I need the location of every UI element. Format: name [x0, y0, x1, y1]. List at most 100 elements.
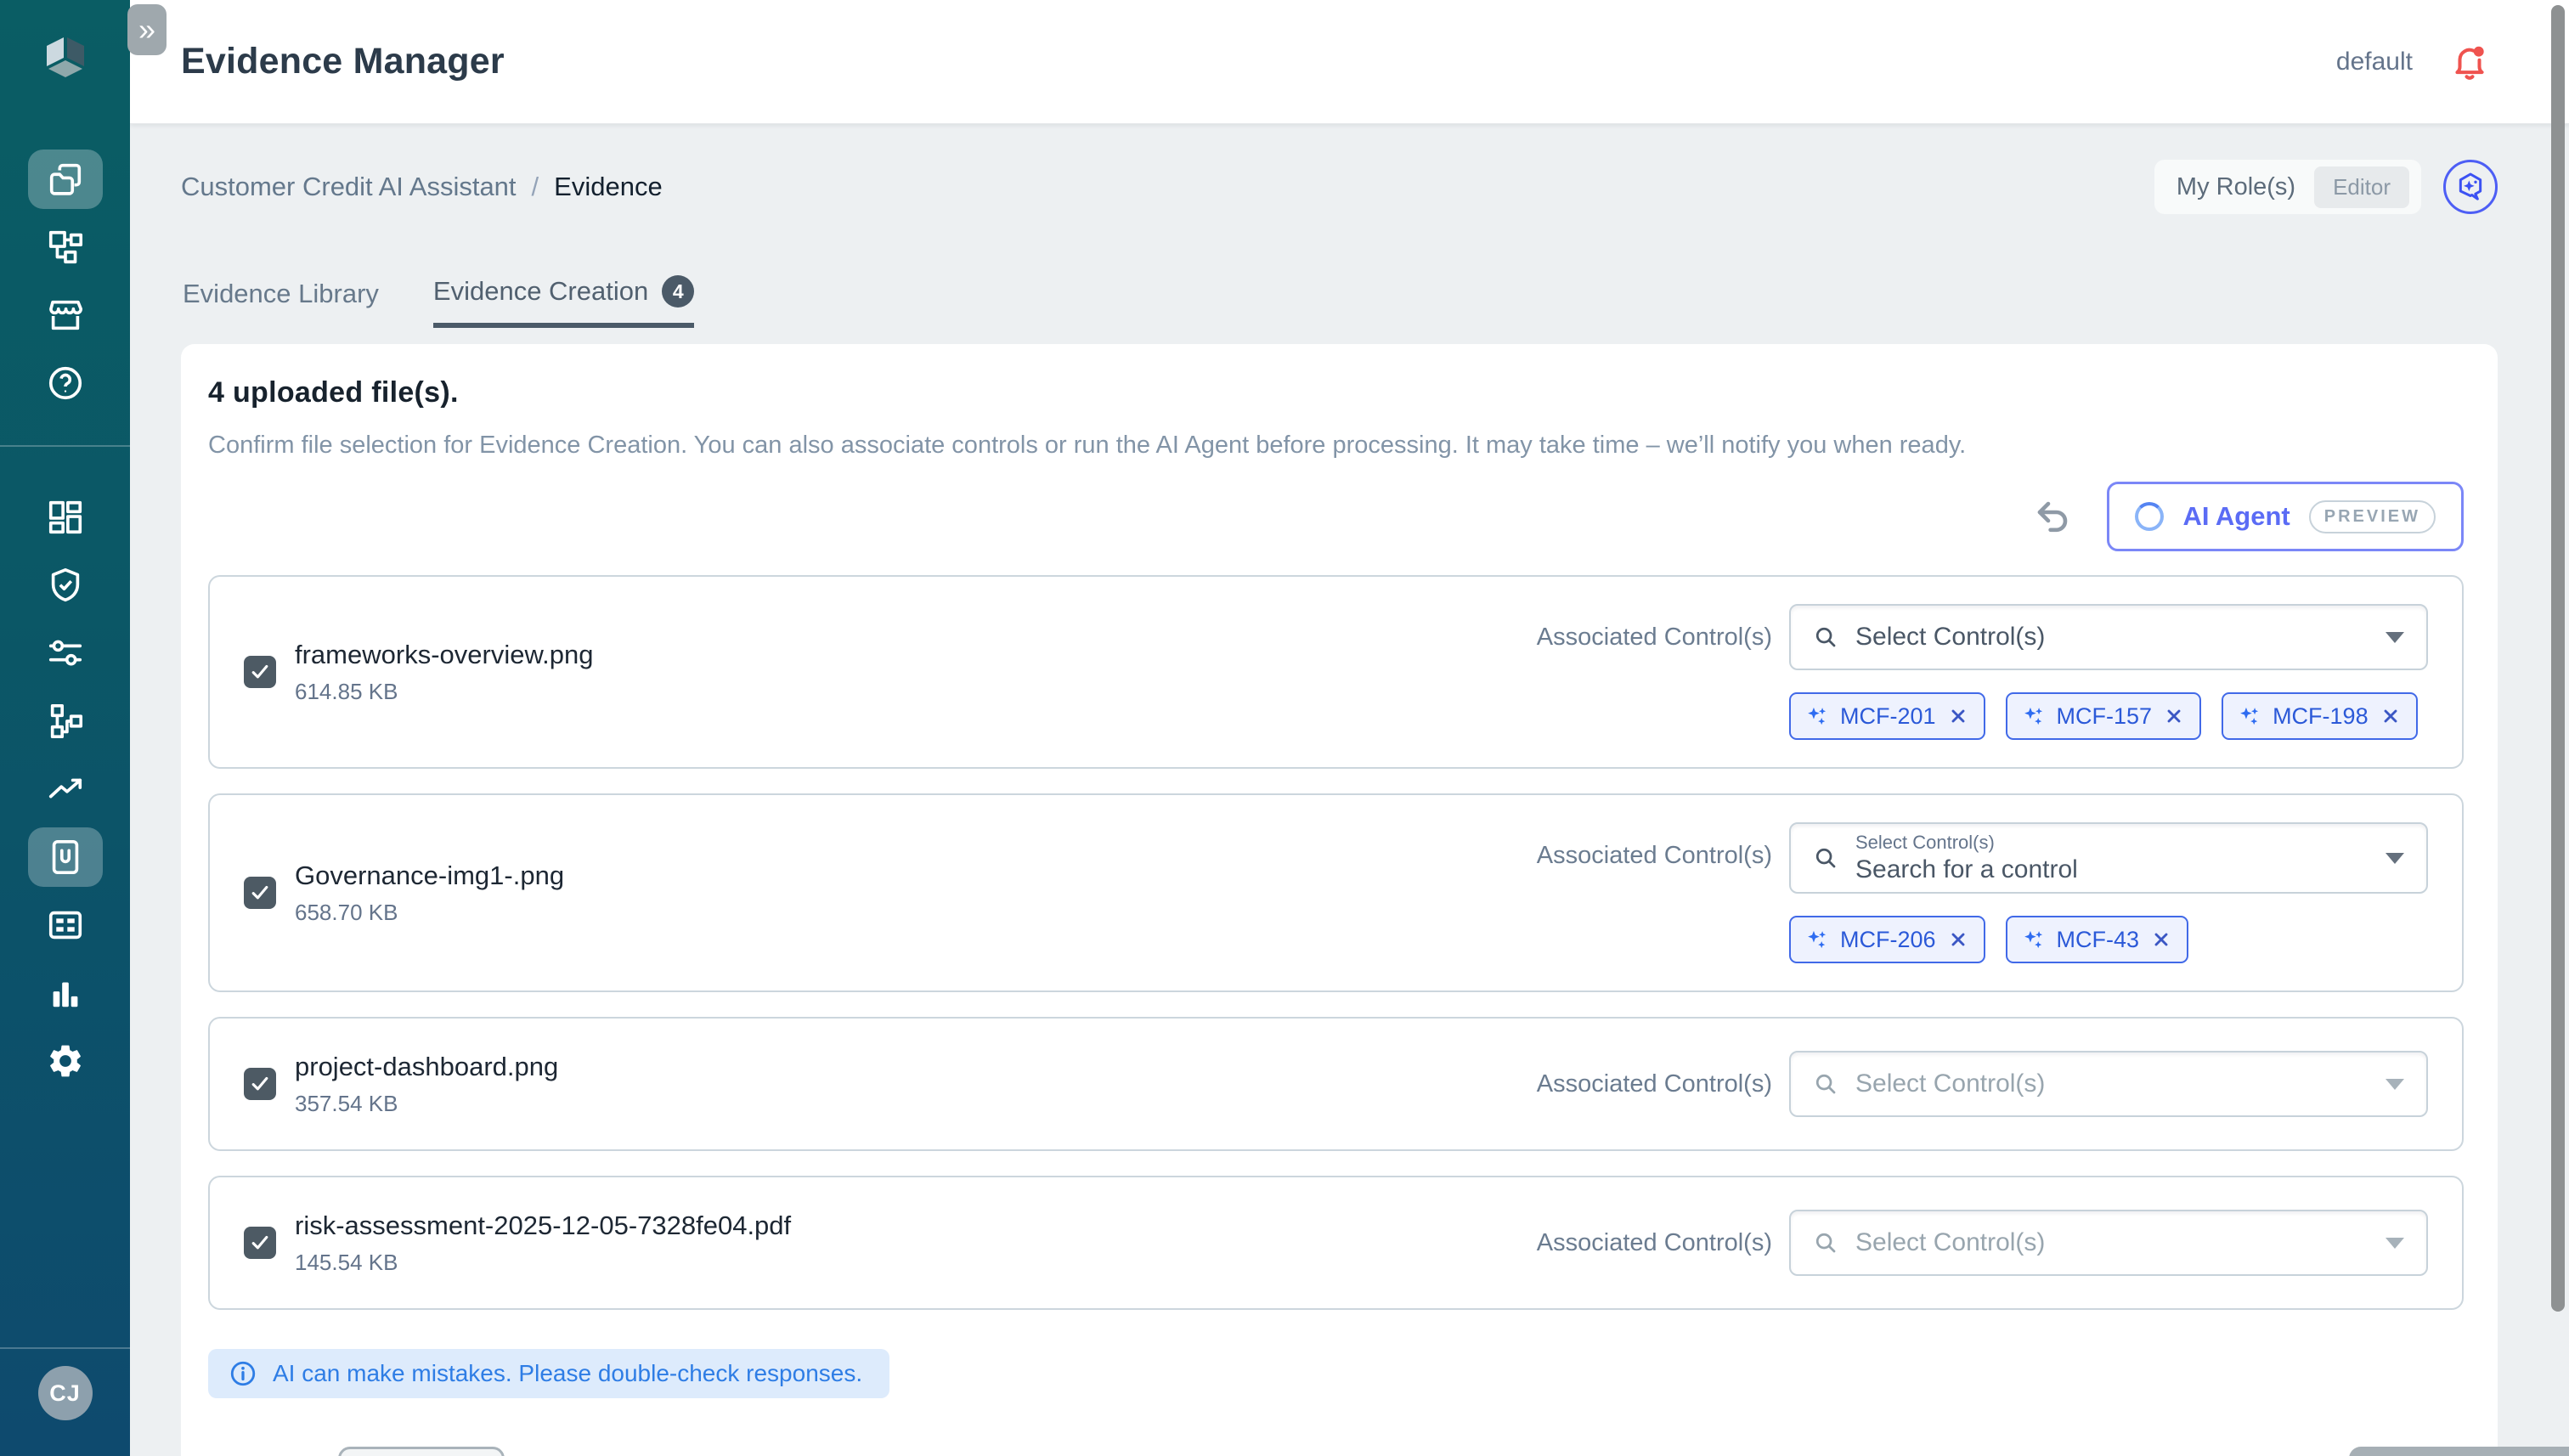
sidebar-item-workflows[interactable]	[28, 691, 103, 751]
tab-bar: Evidence Library Evidence Creation 4	[181, 275, 2498, 328]
chevron-down-icon	[2386, 1079, 2404, 1090]
tab-count-badge: 4	[662, 275, 694, 308]
file-size: 357.54 KB	[295, 1091, 558, 1117]
breadcrumb-parent-link[interactable]: Customer Credit AI Assistant	[181, 172, 517, 202]
top-bar: Evidence Manager default	[130, 0, 2569, 124]
my-roles-label: My Role(s)	[2177, 173, 2295, 201]
file-size: 614.85 KB	[295, 679, 593, 705]
file-checkbox[interactable]	[244, 656, 276, 688]
page-title: Evidence Manager	[181, 41, 505, 82]
workspace-selector[interactable]: default	[2336, 48, 2413, 76]
role-badge: Editor	[2314, 166, 2409, 208]
chip-row: MCF-201 MCF-157 MCF-198	[1789, 692, 2428, 740]
sidebar-item-compliance[interactable]	[28, 556, 103, 615]
user-avatar[interactable]: CJ	[38, 1366, 93, 1420]
sidebar-item-help[interactable]	[28, 353, 103, 413]
ai-agent-spinner-icon	[2135, 502, 2164, 531]
sidebar: CJ	[0, 0, 130, 1456]
sparkle-icon	[2023, 928, 2045, 951]
remove-chip-icon[interactable]	[2164, 706, 2184, 726]
info-icon	[229, 1359, 257, 1388]
undo-button[interactable]	[2032, 496, 2073, 537]
sidebar-item-evidence-files[interactable]	[28, 150, 103, 209]
sidebar-item-tables[interactable]	[28, 895, 103, 955]
associated-controls-label: Associated Control(s)	[1537, 604, 1772, 670]
breadcrumb-current: Evidence	[554, 172, 663, 202]
file-checkbox[interactable]	[244, 1068, 276, 1100]
chevron-down-icon	[2386, 632, 2404, 643]
folders-icon	[46, 160, 85, 199]
control-select[interactable]: Select Control(s)	[1789, 604, 2428, 670]
search-icon	[1813, 845, 1838, 871]
help-icon	[46, 364, 85, 403]
file-checkbox[interactable]	[244, 1227, 276, 1259]
ai-assistant-button[interactable]	[2443, 160, 2498, 214]
control-select[interactable]: Select Control(s)	[1789, 1051, 2428, 1117]
associated-controls-label: Associated Control(s)	[1537, 822, 1772, 889]
remove-chip-icon[interactable]	[2151, 929, 2171, 950]
sidebar-divider	[0, 1347, 130, 1349]
ai-agent-toggle-button[interactable]: AI Agent PREVIEW	[2107, 482, 2464, 551]
scrollbar-track[interactable]	[2547, 0, 2569, 1456]
control-select[interactable]: Select Control(s)	[1789, 1210, 2428, 1276]
ai-disclaimer-banner: AI can make mistakes. Please double-chec…	[208, 1349, 889, 1398]
file-name: risk-assessment-2025-12-05-7328fe04.pdf	[295, 1211, 791, 1241]
table-icon	[46, 906, 85, 945]
control-chip[interactable]: MCF-157	[2006, 692, 2202, 740]
remove-chip-icon[interactable]	[1948, 929, 1968, 950]
tab-evidence-library[interactable]: Evidence Library	[183, 275, 379, 328]
control-chip[interactable]: MCF-198	[2222, 692, 2418, 740]
sidebar-item-dashboard[interactable]	[28, 488, 103, 547]
app-logo-icon[interactable]	[42, 34, 89, 83]
scrollbar-thumb[interactable]	[2551, 5, 2565, 1312]
sidebar-expand-button[interactable]: »	[127, 4, 167, 55]
undo-icon	[2032, 496, 2073, 537]
notification-bell-icon[interactable]	[2450, 42, 2489, 82]
control-chip-label: MCF-43	[2057, 927, 2140, 953]
sidebar-nav-primary	[28, 150, 103, 413]
sitemap-icon	[46, 228, 85, 267]
panel-description: Confirm file selection for Evidence Crea…	[208, 432, 2464, 460]
sidebar-item-preferences[interactable]	[28, 624, 103, 683]
sparkle-icon	[2023, 705, 2045, 727]
file-card: Governance-img1-.png 658.70 KB Associate…	[208, 793, 2464, 992]
file-name: project-dashboard.png	[295, 1052, 558, 1082]
footer-primary-button[interactable]	[2349, 1447, 2569, 1456]
document-clip-icon	[46, 838, 85, 877]
remove-chip-icon[interactable]	[1948, 706, 1968, 726]
file-card: project-dashboard.png 357.54 KB Associat…	[208, 1017, 2464, 1151]
footer-secondary-button[interactable]	[338, 1447, 505, 1456]
sidebar-divider	[0, 445, 130, 447]
file-size: 658.70 KB	[295, 900, 564, 926]
control-chip[interactable]: MCF-201	[1789, 692, 1985, 740]
check-icon	[249, 661, 271, 683]
sidebar-item-marketplace[interactable]	[28, 285, 103, 345]
ai-agent-label: AI Agent	[2182, 501, 2290, 532]
tab-evidence-creation[interactable]: Evidence Creation 4	[433, 275, 694, 328]
dashboard-icon	[46, 498, 85, 537]
remove-chip-icon[interactable]	[2380, 706, 2401, 726]
file-name: Governance-img1-.png	[295, 861, 564, 891]
sparkle-icon	[2239, 705, 2261, 727]
uploaded-files-heading: 4 uploaded file(s).	[208, 376, 2464, 409]
control-select[interactable]: Select Control(s) Search for a control	[1789, 822, 2428, 894]
file-checkbox[interactable]	[244, 877, 276, 909]
my-roles-pill: My Role(s) Editor	[2154, 160, 2421, 214]
control-chip[interactable]: MCF-206	[1789, 916, 1985, 963]
sidebar-nav-secondary	[28, 488, 103, 1091]
sidebar-item-evidence-manager[interactable]	[28, 827, 103, 887]
control-chip[interactable]: MCF-43	[2006, 916, 2189, 963]
sliders-icon	[46, 634, 85, 673]
select-label: Select Control(s)	[1855, 832, 2369, 854]
sidebar-item-analytics[interactable]	[28, 759, 103, 819]
ai-disclaimer-text: AI can make mistakes. Please double-chec…	[273, 1360, 862, 1387]
chip-row: MCF-206 MCF-43	[1789, 916, 2428, 963]
sidebar-item-settings[interactable]	[28, 1031, 103, 1091]
control-chip-label: MCF-198	[2273, 703, 2369, 730]
search-icon	[1813, 1230, 1838, 1256]
sidebar-item-reports[interactable]	[28, 963, 103, 1023]
sidebar-item-hierarchy[interactable]	[28, 217, 103, 277]
evidence-creation-panel: 4 uploaded file(s). Confirm file selecti…	[181, 344, 2498, 1456]
breadcrumb: Customer Credit AI Assistant / Evidence	[181, 172, 663, 202]
storefront-icon	[46, 296, 85, 335]
